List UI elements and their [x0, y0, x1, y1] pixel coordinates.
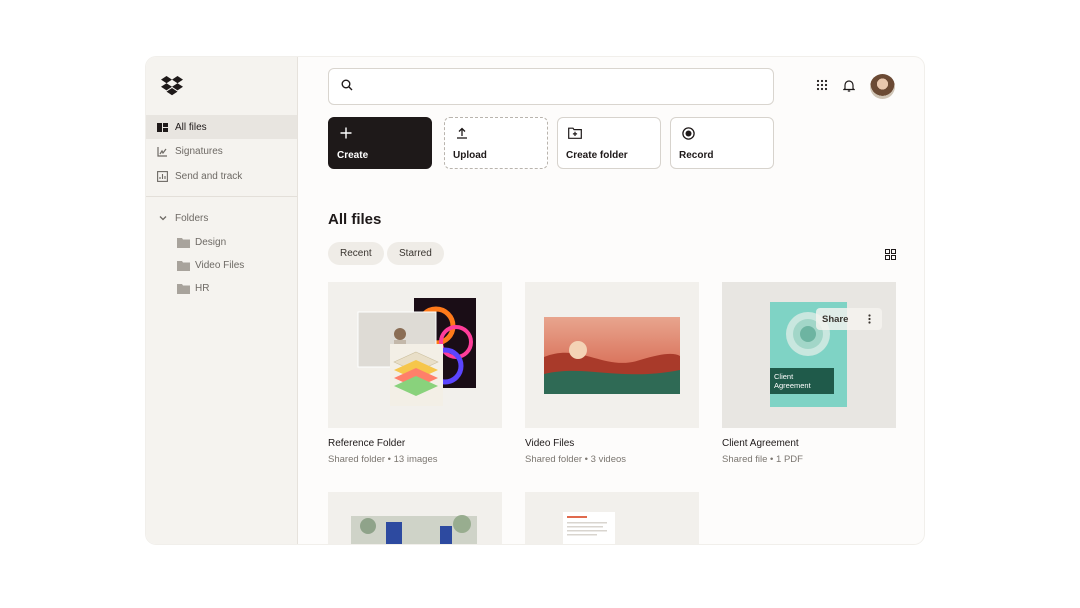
document-title: Client Agreement [774, 372, 811, 390]
sidebar-divider [146, 196, 297, 197]
upload-button[interactable]: Upload [444, 117, 548, 169]
folder-icon [177, 237, 190, 248]
folder-icon [177, 283, 190, 294]
search-input[interactable] [361, 80, 773, 93]
sidebar-item-signatures[interactable]: Signatures [146, 139, 297, 163]
bell-icon[interactable] [841, 77, 857, 93]
apps-grid-icon[interactable] [814, 77, 830, 93]
plus-icon [339, 126, 353, 140]
share-button-label: Share [822, 313, 849, 325]
create-button-label: Create [337, 150, 369, 161]
signature-icon [157, 146, 168, 157]
upload-button-label: Upload [453, 150, 487, 161]
record-button[interactable]: Record [670, 117, 774, 169]
file-name: Client Agreement [722, 438, 799, 449]
grid-view-icon[interactable] [885, 249, 896, 260]
sidebar-item-send-and-track[interactable]: Send and track [146, 164, 297, 188]
file-thumbnail [525, 492, 699, 544]
folder-label: Design [195, 236, 227, 248]
folder-label: HR [195, 282, 210, 294]
sidebar-folder-video-files[interactable]: Video Files [177, 258, 244, 272]
file-card-partial[interactable] [525, 492, 699, 544]
file-thumbnail [328, 492, 502, 544]
folder-plus-icon [568, 126, 582, 140]
folders-label: Folders [175, 212, 209, 224]
sidebar-item-label: All files [175, 121, 207, 133]
file-thumbnail: Client Agreement Share [722, 282, 896, 428]
sidebar-item-label: Signatures [175, 145, 223, 157]
more-options-icon[interactable] [861, 311, 877, 327]
file-meta: Shared folder • 3 videos [525, 454, 627, 465]
file-thumbnail [328, 282, 502, 428]
folder-label: Video Files [195, 259, 245, 271]
record-icon [681, 126, 695, 140]
file-card-client-agreement[interactable]: Client Agreement Share Client Agreement … [722, 282, 896, 472]
create-folder-button-label: Create folder [566, 150, 628, 161]
avatar[interactable] [870, 74, 895, 99]
file-card-video-files[interactable]: Video Files Shared folder • 3 videos [525, 282, 699, 472]
file-thumbnail [525, 282, 699, 428]
page-title: All files [328, 211, 382, 228]
filter-chip-starred[interactable]: Starred [387, 242, 444, 265]
file-card-reference-folder[interactable]: Reference Folder Shared folder • 13 imag… [328, 282, 502, 472]
sidebar-folder-design[interactable]: Design [177, 235, 226, 249]
search-bar[interactable] [328, 68, 774, 105]
file-meta: Shared folder • 13 images [328, 454, 438, 465]
chevron-down-icon [158, 213, 168, 223]
file-meta: Shared file • 1 PDF [722, 454, 803, 465]
file-name: Video Files [525, 438, 575, 449]
record-button-label: Record [679, 150, 714, 161]
filter-chip-recent[interactable]: Recent [328, 242, 384, 265]
file-card-partial[interactable] [328, 492, 502, 544]
chart-icon [157, 170, 168, 182]
folder-icon [177, 260, 190, 271]
app-window: All files Signatures Send and track Fold… [146, 57, 924, 544]
sidebar-item-label: Send and track [175, 170, 243, 182]
create-button[interactable]: Create [328, 117, 432, 169]
sidebar-item-all-files[interactable]: All files [146, 115, 297, 139]
create-folder-button[interactable]: Create folder [557, 117, 661, 169]
upload-icon [455, 126, 469, 140]
sidebar: All files Signatures Send and track Fold… [146, 57, 298, 544]
sidebar-folder-hr[interactable]: HR [177, 281, 209, 295]
folders-toggle[interactable]: Folders [158, 211, 208, 225]
dropbox-logo[interactable] [161, 76, 183, 96]
search-icon [341, 78, 353, 96]
files-icon [157, 122, 168, 133]
file-name: Reference Folder [328, 438, 406, 449]
